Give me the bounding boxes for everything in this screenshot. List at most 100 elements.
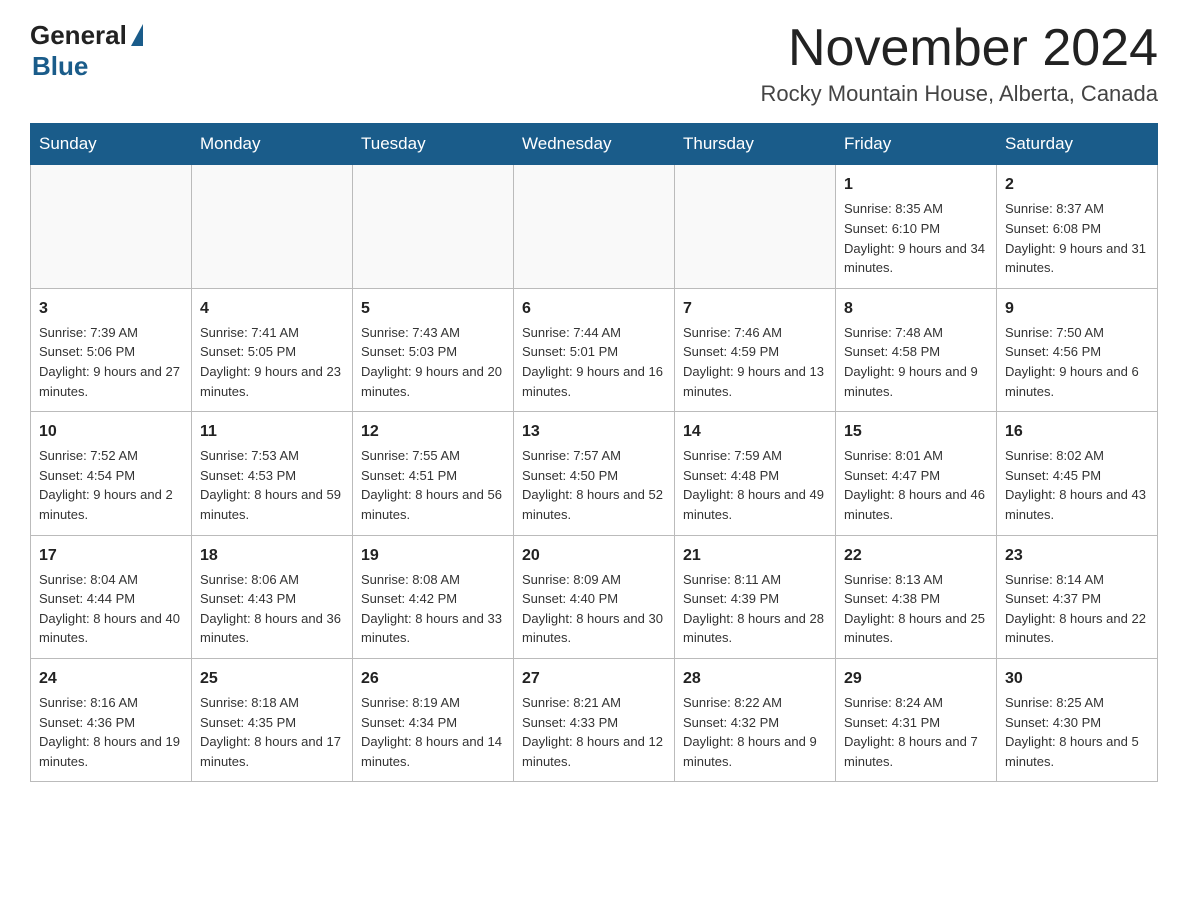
day-number: 6: [522, 297, 666, 320]
calendar-cell: [675, 165, 836, 288]
day-number: 22: [844, 544, 988, 567]
calendar-cell: 10Sunrise: 7:52 AMSunset: 4:54 PMDayligh…: [31, 412, 192, 535]
day-info: Sunrise: 7:39 AMSunset: 5:06 PMDaylight:…: [39, 325, 180, 399]
calendar-cell: [353, 165, 514, 288]
day-number: 13: [522, 420, 666, 443]
calendar-cell: 2 Sunrise: 8:37 AMSunset: 6:08 PMDaylight…: [997, 165, 1158, 288]
day-number: 1: [844, 173, 988, 196]
day-info: Sunrise: 8:13 AMSunset: 4:38 PMDaylight:…: [844, 572, 985, 646]
calendar-cell: 30 Sunrise: 8:25 AMSunset: 4:30 PMDayligh…: [997, 658, 1158, 781]
day-info: Sunrise: 8:35 AMSunset: 6:10 PMDaylight:…: [844, 201, 985, 275]
calendar-cell: 19 Sunrise: 8:08 AMSunset: 4:42 PMDayligh…: [353, 535, 514, 658]
calendar-week-row: 10Sunrise: 7:52 AMSunset: 4:54 PMDayligh…: [31, 412, 1158, 535]
day-number: 15: [844, 420, 988, 443]
calendar-week-row: 3 Sunrise: 7:39 AMSunset: 5:06 PMDaylight…: [31, 288, 1158, 411]
calendar-cell: 1 Sunrise: 8:35 AMSunset: 6:10 PMDaylight…: [836, 165, 997, 288]
day-number: 21: [683, 544, 827, 567]
day-number: 28: [683, 667, 827, 690]
day-number: 10: [39, 420, 183, 443]
logo-text: General: [30, 20, 143, 51]
logo-blue: Blue: [32, 51, 88, 82]
logo-triangle-icon: [131, 24, 143, 46]
calendar-cell: 9Sunrise: 7:50 AMSunset: 4:56 PMDaylight…: [997, 288, 1158, 411]
day-number: 17: [39, 544, 183, 567]
day-number: 18: [200, 544, 344, 567]
day-info: Sunrise: 8:16 AMSunset: 4:36 PMDaylight:…: [39, 695, 180, 769]
calendar-cell: 20 Sunrise: 8:09 AMSunset: 4:40 PMDayligh…: [514, 535, 675, 658]
logo-general: General: [30, 20, 127, 51]
logo: General Blue: [30, 20, 143, 82]
day-number: 23: [1005, 544, 1149, 567]
day-info: Sunrise: 8:06 AMSunset: 4:43 PMDaylight:…: [200, 572, 341, 646]
day-info: Sunrise: 8:18 AMSunset: 4:35 PMDaylight:…: [200, 695, 341, 769]
logo-line2: Blue: [30, 51, 88, 82]
calendar-cell: 14Sunrise: 7:59 AMSunset: 4:48 PMDayligh…: [675, 412, 836, 535]
day-info: Sunrise: 7:44 AMSunset: 5:01 PMDaylight:…: [522, 325, 663, 399]
calendar-cell: 7Sunrise: 7:46 AMSunset: 4:59 PMDaylight…: [675, 288, 836, 411]
day-info: Sunrise: 8:25 AMSunset: 4:30 PMDaylight:…: [1005, 695, 1139, 769]
day-info: Sunrise: 8:19 AMSunset: 4:34 PMDaylight:…: [361, 695, 502, 769]
day-number: 14: [683, 420, 827, 443]
day-number: 29: [844, 667, 988, 690]
day-of-week-header: Monday: [192, 124, 353, 165]
day-number: 12: [361, 420, 505, 443]
day-number: 20: [522, 544, 666, 567]
calendar-cell: 27Sunrise: 8:21 AMSunset: 4:33 PMDayligh…: [514, 658, 675, 781]
calendar-cell: 16Sunrise: 8:02 AMSunset: 4:45 PMDayligh…: [997, 412, 1158, 535]
calendar-cell: 28 Sunrise: 8:22 AMSunset: 4:32 PMDayligh…: [675, 658, 836, 781]
day-number: 19: [361, 544, 505, 567]
calendar-cell: 24 Sunrise: 8:16 AMSunset: 4:36 PMDayligh…: [31, 658, 192, 781]
calendar-body: 1 Sunrise: 8:35 AMSunset: 6:10 PMDaylight…: [31, 165, 1158, 782]
day-info: Sunrise: 7:50 AMSunset: 4:56 PMDaylight:…: [1005, 325, 1139, 399]
day-number: 25: [200, 667, 344, 690]
calendar-cell: 13 Sunrise: 7:57 AMSunset: 4:50 PMDayligh…: [514, 412, 675, 535]
day-info: Sunrise: 8:14 AMSunset: 4:37 PMDaylight:…: [1005, 572, 1146, 646]
day-info: Sunrise: 7:57 AMSunset: 4:50 PMDaylight:…: [522, 448, 663, 522]
calendar-cell: 4Sunrise: 7:41 AMSunset: 5:05 PMDaylight…: [192, 288, 353, 411]
calendar-cell: [192, 165, 353, 288]
calendar-cell: 3 Sunrise: 7:39 AMSunset: 5:06 PMDaylight…: [31, 288, 192, 411]
day-of-week-header: Wednesday: [514, 124, 675, 165]
day-info: Sunrise: 8:04 AMSunset: 4:44 PMDaylight:…: [39, 572, 180, 646]
day-info: Sunrise: 8:21 AMSunset: 4:33 PMDaylight:…: [522, 695, 663, 769]
calendar-cell: 12 Sunrise: 7:55 AMSunset: 4:51 PMDayligh…: [353, 412, 514, 535]
day-info: Sunrise: 7:48 AMSunset: 4:58 PMDaylight:…: [844, 325, 978, 399]
day-info: Sunrise: 8:22 AMSunset: 4:32 PMDaylight:…: [683, 695, 817, 769]
calendar-cell: 25 Sunrise: 8:18 AMSunset: 4:35 PMDayligh…: [192, 658, 353, 781]
day-info: Sunrise: 7:46 AMSunset: 4:59 PMDaylight:…: [683, 325, 824, 399]
day-info: Sunrise: 8:01 AMSunset: 4:47 PMDaylight:…: [844, 448, 985, 522]
calendar-cell: 5Sunrise: 7:43 AMSunset: 5:03 PMDaylight…: [353, 288, 514, 411]
day-of-week-header: Sunday: [31, 124, 192, 165]
day-info: Sunrise: 7:53 AMSunset: 4:53 PMDaylight:…: [200, 448, 341, 522]
day-number: 2: [1005, 173, 1149, 196]
calendar-cell: 26 Sunrise: 8:19 AMSunset: 4:34 PMDayligh…: [353, 658, 514, 781]
calendar-table: SundayMondayTuesdayWednesdayThursdayFrid…: [30, 123, 1158, 782]
day-info: Sunrise: 8:37 AMSunset: 6:08 PMDaylight:…: [1005, 201, 1146, 275]
calendar-cell: [31, 165, 192, 288]
day-number: 4: [200, 297, 344, 320]
day-number: 3: [39, 297, 183, 320]
calendar-cell: 15 Sunrise: 8:01 AMSunset: 4:47 PMDayligh…: [836, 412, 997, 535]
day-number: 24: [39, 667, 183, 690]
calendar-cell: [514, 165, 675, 288]
calendar-week-row: 24 Sunrise: 8:16 AMSunset: 4:36 PMDayligh…: [31, 658, 1158, 781]
day-number: 30: [1005, 667, 1149, 690]
days-of-week-row: SundayMondayTuesdayWednesdayThursdayFrid…: [31, 124, 1158, 165]
location-title: Rocky Mountain House, Alberta, Canada: [761, 81, 1158, 107]
day-number: 8: [844, 297, 988, 320]
calendar-header: SundayMondayTuesdayWednesdayThursdayFrid…: [31, 124, 1158, 165]
day-of-week-header: Saturday: [997, 124, 1158, 165]
day-number: 11: [200, 420, 344, 443]
calendar-cell: 22 Sunrise: 8:13 AMSunset: 4:38 PMDayligh…: [836, 535, 997, 658]
month-title: November 2024: [761, 20, 1158, 77]
day-info: Sunrise: 7:55 AMSunset: 4:51 PMDaylight:…: [361, 448, 502, 522]
day-info: Sunrise: 8:08 AMSunset: 4:42 PMDaylight:…: [361, 572, 502, 646]
day-info: Sunrise: 8:09 AMSunset: 4:40 PMDaylight:…: [522, 572, 663, 646]
day-number: 26: [361, 667, 505, 690]
day-info: Sunrise: 7:43 AMSunset: 5:03 PMDaylight:…: [361, 325, 502, 399]
calendar-cell: 18 Sunrise: 8:06 AMSunset: 4:43 PMDayligh…: [192, 535, 353, 658]
day-info: Sunrise: 8:11 AMSunset: 4:39 PMDaylight:…: [683, 572, 824, 646]
calendar-week-row: 1 Sunrise: 8:35 AMSunset: 6:10 PMDaylight…: [31, 165, 1158, 288]
day-of-week-header: Friday: [836, 124, 997, 165]
title-block: November 2024 Rocky Mountain House, Albe…: [761, 20, 1158, 107]
